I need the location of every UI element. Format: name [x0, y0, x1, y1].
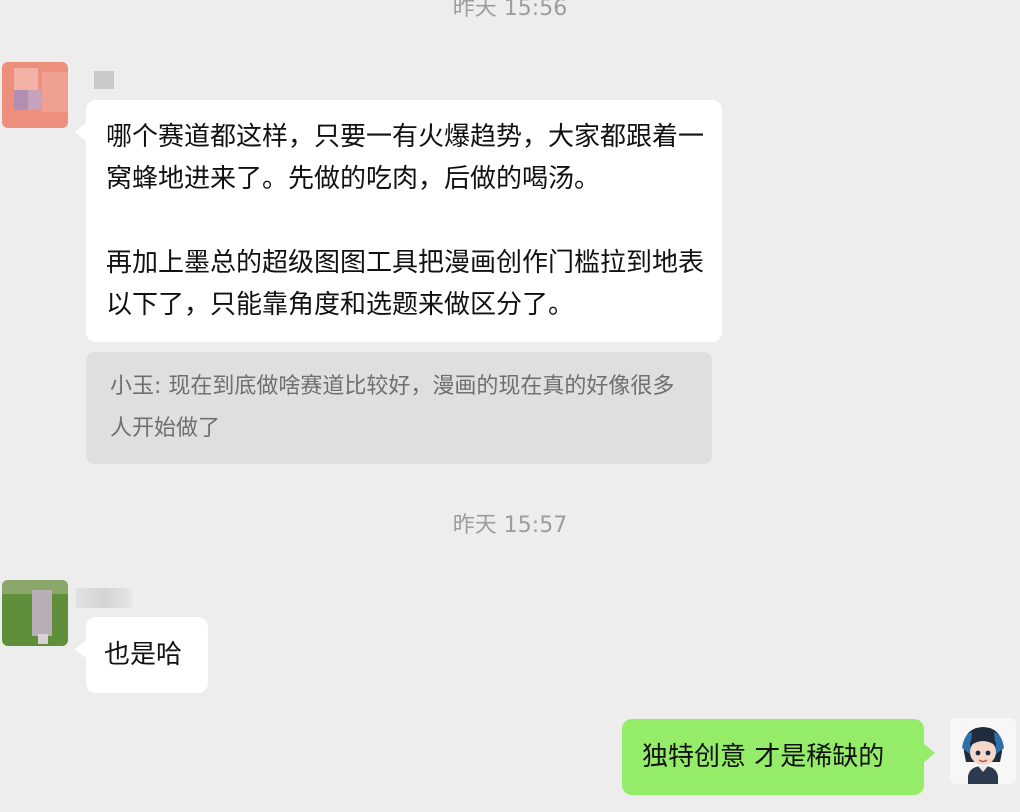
cartoon-character-icon: [950, 718, 1016, 784]
quoted-text: 小玉: 现在到底做啥赛道比较好，漫画的现在真的好像很多人开始做了: [110, 374, 675, 441]
message-bubble[interactable]: 哪个赛道都这样，只要一有火爆趋势，大家都跟着一窝蜂地进来了。先做的吃肉，后做的喝…: [75, 100, 722, 342]
timestamp: 昨天 15:57: [452, 513, 568, 538]
sender-avatar[interactable]: [2, 62, 68, 128]
message-text: 哪个赛道都这样，只要一有火爆趋势，大家都跟着一窝蜂地进来了。先做的吃肉，后做的喝…: [106, 122, 705, 194]
message-text: 再加上墨总的超级图图工具把漫画创作门槛拉到地表以下了，只能靠角度和选题来做区分了…: [106, 248, 705, 320]
self-avatar[interactable]: [950, 718, 1016, 784]
timestamp: 昨天 15:56: [452, 0, 568, 21]
sender-name-blurred: [76, 588, 132, 608]
message-bubble[interactable]: 也是哈: [75, 617, 208, 693]
quoted-message[interactable]: 小玉: 现在到底做啥赛道比较好，漫画的现在真的好像很多人开始做了: [86, 352, 712, 464]
message-bubble-self[interactable]: 独特创意 才是稀缺的: [622, 719, 935, 795]
sender-name-blurred: [94, 71, 114, 89]
sender-avatar[interactable]: [2, 580, 68, 646]
message-text: 也是哈: [104, 640, 183, 670]
message-text: 独特创意 才是稀缺的: [642, 742, 885, 772]
